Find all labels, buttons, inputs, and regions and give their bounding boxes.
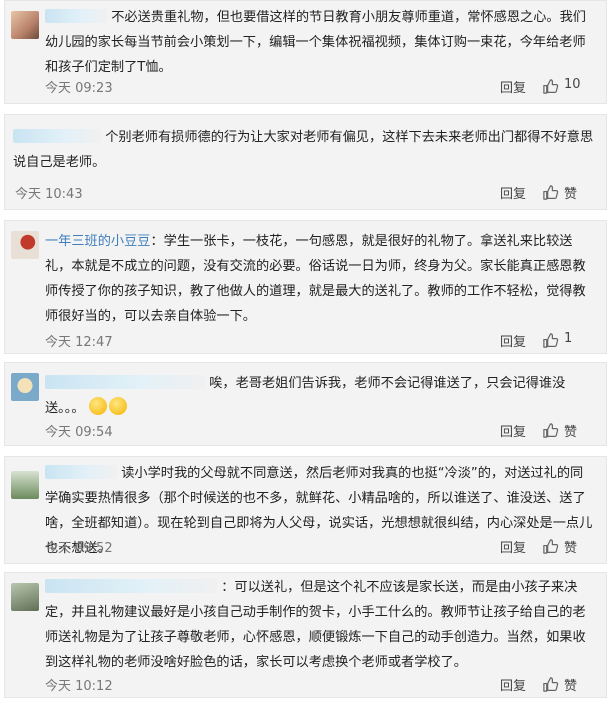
comment-card: 读小学时我的父母就不同意送，然后老师对我真的也挺“冷淡”的，对送过礼的同学确实要… (4, 456, 607, 564)
comment-card: 不必送贵重礼物，但也要借这样的节日教育小朋友尊师重道，常怀感恩之心。我们幼儿园的… (4, 0, 607, 104)
comment-meta: 今天 10:12 回复 赞 (45, 675, 592, 695)
reply-button[interactable]: 回复 (500, 675, 526, 694)
like-count: 10 (564, 77, 581, 92)
thumbs-up-icon (543, 423, 559, 438)
comment-meta: 今天 09:52 回复 赞 (45, 537, 592, 557)
reply-button[interactable]: 回复 (500, 77, 526, 96)
comment-text: 唉，老哥老姐们告诉我，老师不会记得谁送了，只会记得谁没送。。。 (45, 371, 594, 421)
reply-button[interactable]: 回复 (500, 537, 526, 556)
reply-button[interactable]: 回复 (500, 421, 526, 440)
like-button[interactable]: 赞 (542, 537, 592, 557)
timestamp: 今天 10:43 (15, 187, 83, 202)
comment-body: 不必送贵重礼物，但也要借这样的节日教育小朋友尊师重道，常怀感恩之心。我们幼儿园的… (45, 10, 586, 75)
like-count: 赞 (564, 541, 578, 556)
laughing-emoji-icon (108, 397, 127, 415)
thumbs-up-icon (543, 333, 559, 348)
laughing-emoji-icon (88, 397, 107, 415)
avatar[interactable] (11, 471, 39, 499)
avatar[interactable] (11, 11, 39, 39)
avatar[interactable] (11, 373, 39, 401)
like-button[interactable]: 赞 (542, 183, 592, 203)
comment-body: ：可以送礼，但是这个礼不应该是家长送，而是由小孩子来决定，并且礼物建议最好是小孩… (45, 580, 586, 670)
username-blurred[interactable] (13, 129, 101, 143)
comment-card: 唉，老哥老姐们告诉我，老师不会记得谁送了，只会记得谁没送。。。 今天 09:54… (4, 362, 607, 446)
comment-card: 个别老师有损师德的行为让大家对老师有偏见，这样下去未来老师出门都得不好意思说自己… (4, 114, 607, 210)
thumbs-up-icon (543, 185, 559, 200)
like-count: 赞 (564, 679, 578, 694)
thumbs-up-icon (543, 79, 559, 94)
avatar[interactable] (11, 231, 39, 259)
timestamp: 今天 12:47 (45, 335, 113, 350)
thumbs-up-icon (543, 539, 559, 554)
comment-text: 不必送贵重礼物，但也要借这样的节日教育小朋友尊师重道，常怀感恩之心。我们幼儿园的… (45, 5, 594, 80)
comment-card: ：可以送礼，但是这个礼不应该是家长送，而是由小孩子来决定，并且礼物建议最好是小孩… (4, 572, 607, 698)
comment-text: ：可以送礼，但是这个礼不应该是家长送，而是由小孩子来决定，并且礼物建议最好是小孩… (45, 575, 594, 675)
like-count: 赞 (564, 425, 578, 440)
timestamp: 今天 10:12 (45, 679, 113, 694)
thumbs-up-icon (543, 677, 559, 692)
comment-card: 一年三班的小豆豆：学生一张卡，一枝花，一句感恩，就是很好的礼物了。拿送礼来比较送… (4, 220, 607, 354)
reply-button[interactable]: 回复 (500, 183, 526, 202)
comment-text: 个别老师有损师德的行为让大家对老师有偏见，这样下去未来老师出门都得不好意思说自己… (13, 125, 594, 175)
like-count: 1 (564, 331, 573, 346)
like-button[interactable]: 赞 (542, 421, 592, 441)
timestamp: 今天 09:54 (45, 425, 113, 440)
username-blurred[interactable] (45, 579, 217, 593)
username-blurred[interactable] (45, 9, 107, 23)
comment-meta: 今天 12:47 回复 1 (45, 331, 592, 351)
username-blurred[interactable] (45, 465, 117, 479)
timestamp: 今天 09:23 (45, 81, 113, 96)
comment-text: 一年三班的小豆豆：学生一张卡，一枝花，一句感恩，就是很好的礼物了。拿送礼来比较送… (45, 229, 594, 329)
like-button[interactable]: 赞 (542, 675, 592, 695)
username-link[interactable]: 一年三班的小豆豆 (45, 234, 151, 249)
avatar[interactable] (11, 583, 39, 611)
comment-meta: 今天 09:54 回复 赞 (45, 421, 592, 441)
comment-meta: 今天 10:43 回复 赞 (15, 183, 592, 203)
like-count: 赞 (564, 187, 578, 202)
like-button[interactable]: 1 (542, 331, 592, 351)
comment-meta: 今天 09:23 回复 10 (45, 77, 592, 97)
like-button[interactable]: 10 (542, 77, 592, 97)
username-blurred[interactable] (45, 375, 205, 389)
timestamp: 今天 09:52 (45, 541, 113, 556)
comment-body: 个别老师有损师德的行为让大家对老师有偏见，这样下去未来老师出门都得不好意思说自己… (13, 130, 594, 170)
reply-button[interactable]: 回复 (500, 331, 526, 350)
